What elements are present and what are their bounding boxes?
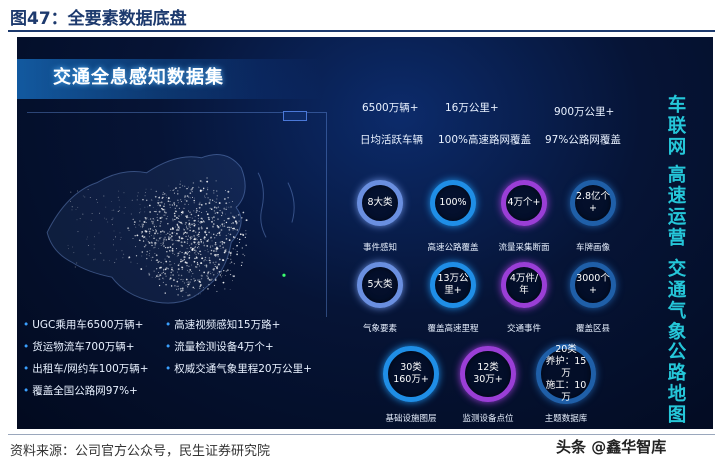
list-item: • 覆盖全国公路网97%+ bbox=[23, 385, 138, 397]
progress-ring-icon: 5大类 bbox=[357, 262, 403, 308]
progress-ring-icon: 2.8亿个+ bbox=[570, 180, 616, 226]
bullet-dot-icon: • bbox=[165, 341, 172, 353]
figure-title: 图47：全要素数据底盘 bbox=[10, 9, 187, 29]
list-item: • 出租车/网约车100万辆+ bbox=[23, 363, 149, 375]
ring-label: 监测设备点位 bbox=[462, 414, 514, 424]
ring-label: 覆盖区县 bbox=[575, 324, 611, 334]
stat-value: 6500万辆+ bbox=[362, 102, 419, 114]
bullet-dot-icon: • bbox=[23, 363, 30, 375]
list-item: • 货运物流车700万辆+ bbox=[23, 341, 135, 353]
ring-label: 流量采集断面 bbox=[498, 243, 550, 253]
source-divider bbox=[8, 434, 715, 435]
list-item: • 流量检测设备4万个+ bbox=[165, 341, 274, 353]
list-item: • 权威交通气象里程20万公里+ bbox=[165, 363, 312, 375]
progress-ring-icon: 3000个+ bbox=[570, 262, 616, 308]
stat-label: 100%高速路网覆盖 bbox=[438, 134, 532, 146]
ring-label: 气象要素 bbox=[362, 324, 398, 334]
title-divider bbox=[8, 30, 715, 32]
ring-label: 事件感知 bbox=[362, 243, 398, 253]
ring-label: 车牌画像 bbox=[575, 243, 611, 253]
bullet-dot-icon: • bbox=[23, 385, 30, 397]
feature-list: • UGC乘用车6500万辆+ • 高速视频感知15万路+ • 货运物流车700万辆+… bbox=[17, 309, 322, 419]
ring-label: 高速公路覆盖 bbox=[427, 243, 479, 253]
ring-label: 交通事件 bbox=[506, 324, 542, 334]
ring-label: 基础设施图层 bbox=[385, 414, 437, 424]
progress-ring-icon: 4万件/年 bbox=[501, 262, 547, 308]
progress-ring-icon: 12类 30万+ bbox=[460, 346, 516, 402]
china-traffic-map-icon bbox=[27, 112, 327, 317]
side-column-label: 公路地图 bbox=[667, 342, 687, 426]
side-column-label: 车联网 bbox=[667, 95, 687, 158]
stat-label: 日均活跃车辆 bbox=[360, 134, 423, 146]
progress-ring-icon: 30类 160万+ bbox=[383, 346, 439, 402]
source-note: 资料来源：公司官方公众号，民生证券研究院 bbox=[10, 444, 271, 459]
stat-label: 97%公路网覆盖 bbox=[545, 134, 621, 146]
side-column-label: 高速运营 bbox=[667, 165, 687, 249]
map-toggle-button[interactable] bbox=[283, 111, 307, 121]
watermark: 头条 @鑫华智库 bbox=[556, 438, 667, 456]
bullet-dot-icon: • bbox=[23, 341, 30, 353]
progress-ring-icon: 4万个+ bbox=[501, 180, 547, 226]
bullet-dot-icon: • bbox=[165, 363, 172, 375]
list-item: • UGC乘用车6500万辆+ bbox=[23, 319, 144, 331]
list-item: • 高速视频感知15万路+ bbox=[165, 319, 281, 331]
progress-ring-icon: 8大类 bbox=[357, 180, 403, 226]
ring-label: 覆盖高速里程 bbox=[427, 324, 479, 334]
bullet-dot-icon: • bbox=[165, 319, 172, 331]
progress-ring-icon: 20类 养护：15万 施工：10万 bbox=[536, 344, 596, 404]
data-panel: 交通全息感知数据集 • UGC乘用车6500万辆+ • 高速视频感知15万路+ • 货… bbox=[17, 37, 713, 429]
stat-value: 900万公里+ bbox=[554, 106, 615, 118]
stat-value: 16万公里+ bbox=[445, 102, 499, 114]
progress-ring-icon: 13万公里+ bbox=[430, 262, 476, 308]
panel-heading: 交通全息感知数据集 bbox=[53, 67, 224, 88]
side-column-label: 交通气象 bbox=[667, 259, 687, 343]
progress-ring-icon: 100% bbox=[430, 180, 476, 226]
bullet-dot-icon: • bbox=[23, 319, 30, 331]
ring-label: 主题数据库 bbox=[544, 414, 588, 424]
